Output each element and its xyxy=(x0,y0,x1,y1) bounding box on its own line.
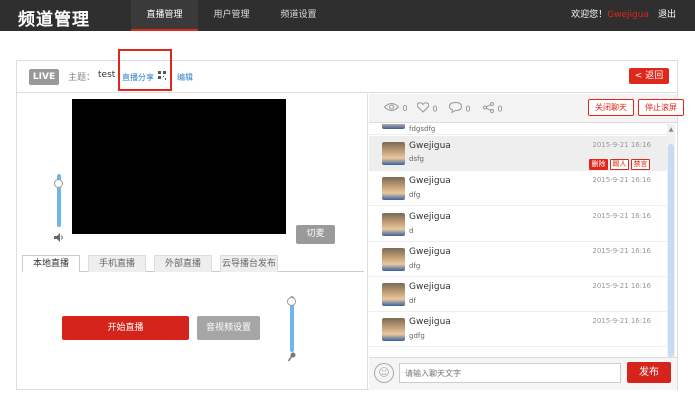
likes-stat: 0 xyxy=(416,102,438,116)
nav-tab-channel-settings[interactable]: 频道设置 xyxy=(265,0,332,31)
live-share-link[interactable]: 直播分享 xyxy=(122,72,154,83)
live-panel: LIVE 主题： test 直播分享 编辑 < 返回 切麦 本地直播 手机直播 … xyxy=(16,49,684,390)
message-author: Gwejigua xyxy=(409,212,451,222)
chat-toolbar: 0 0 0 0 关闭聊天 停止滚屏 xyxy=(369,94,684,123)
chat-message-list: fdgsdfg Gwejigua dsfg 2015-9-21 16:16 删除… xyxy=(369,124,667,357)
tab-cloud-director[interactable]: 云导播台发布 xyxy=(220,255,278,272)
message-author: Gwejigua xyxy=(409,141,451,151)
kick-user-button[interactable]: 踢人 xyxy=(610,159,629,170)
message-text: dfg xyxy=(409,262,421,270)
heart-icon[interactable] xyxy=(416,102,433,116)
avatar xyxy=(382,177,405,200)
top-nav-bar: 频道管理 直播管理 用户管理 频道设置 欢迎您！Gwejigua 退出 xyxy=(0,0,695,31)
topic-value: test xyxy=(98,70,116,80)
switch-mic-button[interactable]: 切麦 xyxy=(296,225,335,244)
microphone-icon xyxy=(287,352,296,365)
eye-icon xyxy=(383,102,403,115)
message-author: Gwejigua xyxy=(409,176,451,186)
tab-external-live[interactable]: 外部直播 xyxy=(154,255,212,272)
message-time: 2015-9-21 16:16 xyxy=(592,282,651,290)
share-highlight-box xyxy=(118,49,172,91)
topic-label: 主题： xyxy=(68,73,96,83)
back-button[interactable]: < 返回 xyxy=(629,68,669,84)
chat-message: Gwejigua gdfg 2015-9-21 16:16 xyxy=(369,312,667,347)
chat-message: Gwejigua dfg 2015-9-21 16:16 xyxy=(369,171,667,206)
chat-scroll-thumb[interactable] xyxy=(668,144,674,357)
mic-volume-slider-knob[interactable] xyxy=(287,297,296,306)
message-text: df xyxy=(409,297,416,305)
chat-input[interactable] xyxy=(399,363,621,383)
avatar xyxy=(382,248,405,271)
volume-slider-knob[interactable] xyxy=(54,179,63,188)
message-time: 2015-9-21 16:16 xyxy=(592,317,651,325)
chat-message: Gwejigua dsfg 2015-9-21 16:16 删除 踢人 禁言 xyxy=(369,136,667,171)
start-live-button[interactable]: 开始直播 xyxy=(62,316,189,340)
message-time: 2015-9-21 16:16 xyxy=(592,141,651,149)
message-author: Gwejigua xyxy=(409,282,451,292)
chat-scrollbar[interactable]: ▲ xyxy=(667,124,675,357)
emoji-icon[interactable]: ☺ xyxy=(374,363,394,383)
chat-message: Gwejigua d 2015-9-21 16:16 xyxy=(369,207,667,242)
comment-icon xyxy=(448,101,466,116)
welcome-text: 欢迎您！Gwejigua xyxy=(571,0,649,31)
mute-user-button[interactable]: 禁言 xyxy=(631,159,650,170)
message-time: 2015-9-21 16:16 xyxy=(592,176,651,184)
broadcast-pane: 切麦 本地直播 手机直播 外部直播 云导播台发布 开始直播 音视频设置 xyxy=(17,94,368,390)
views-count: 0 xyxy=(402,104,408,113)
avatar xyxy=(382,318,405,341)
views-stat: 0 xyxy=(383,102,408,115)
chat-pane: 0 0 0 0 关闭聊天 停止滚屏 fdgsdfg Gwejigua dsfg … xyxy=(369,94,684,390)
close-chat-button[interactable]: 关闭聊天 xyxy=(588,99,634,116)
likes-count: 0 xyxy=(432,104,438,114)
message-time: 2015-9-21 16:16 xyxy=(592,247,651,255)
chat-message: Gwejigua df 2015-9-21 16:16 xyxy=(369,277,667,312)
video-preview xyxy=(72,99,286,234)
message-text: dfg xyxy=(409,191,421,199)
username-link[interactable]: Gwejigua xyxy=(607,10,649,20)
tab-mobile-live[interactable]: 手机直播 xyxy=(88,255,146,272)
live-badge: LIVE xyxy=(29,69,59,85)
message-text: dsfg xyxy=(409,155,424,163)
speaker-icon xyxy=(54,233,64,245)
nav-tab-user-management[interactable]: 用户管理 xyxy=(198,0,265,31)
chat-message: fdgsdfg xyxy=(369,124,667,135)
message-text: d xyxy=(409,227,414,235)
message-time: 2015-9-21 16:16 xyxy=(592,212,651,220)
live-header: LIVE 主题： test 直播分享 编辑 < 返回 xyxy=(17,49,677,93)
tab-local-live[interactable]: 本地直播 xyxy=(22,255,80,272)
chat-message: Gwejigua dfg 2015-9-21 16:16 xyxy=(369,242,667,277)
comments-stat: 0 xyxy=(448,101,471,116)
send-button[interactable]: 发布 xyxy=(627,362,671,383)
stop-scroll-button[interactable]: 停止滚屏 xyxy=(638,99,684,116)
qr-code-icon[interactable] xyxy=(158,71,166,81)
message-author: Gwejigua xyxy=(409,317,451,327)
app-logo: 频道管理 xyxy=(18,10,90,30)
scroll-up-icon[interactable]: ▲ xyxy=(667,126,675,133)
comments-count: 0 xyxy=(465,104,471,114)
shares-stat: 0 xyxy=(483,102,503,116)
nav-tab-live-management[interactable]: 直播管理 xyxy=(131,0,198,31)
shares-count: 0 xyxy=(497,104,503,114)
avatar xyxy=(382,124,405,129)
message-text: gdfg xyxy=(409,332,425,340)
share-icon[interactable] xyxy=(483,102,498,116)
avatar xyxy=(382,213,405,236)
avatar xyxy=(382,283,405,306)
welcome-label: 欢迎您！ xyxy=(571,10,608,20)
message-text: fdgsdfg xyxy=(409,125,436,133)
av-settings-button[interactable]: 音视频设置 xyxy=(197,316,260,340)
edit-link[interactable]: 编辑 xyxy=(177,72,193,83)
chat-input-bar: ☺ 发布 xyxy=(369,357,677,390)
message-author: Gwejigua xyxy=(409,247,451,257)
avatar xyxy=(382,142,405,165)
delete-message-button[interactable]: 删除 xyxy=(589,159,608,170)
logout-link[interactable]: 退出 xyxy=(658,0,676,31)
broadcast-tabs: 本地直播 手机直播 外部直播 云导播台发布 xyxy=(22,255,364,272)
